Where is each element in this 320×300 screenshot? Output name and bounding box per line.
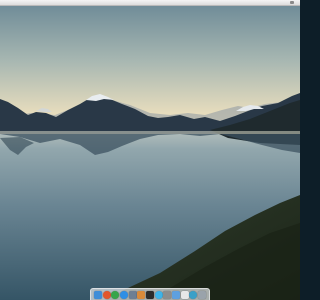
text-editor-icon[interactable] [180, 290, 189, 299]
terminal-icon[interactable] [145, 290, 154, 299]
photos-icon[interactable] [137, 290, 146, 299]
image-viewer-icon[interactable] [128, 290, 137, 299]
chrome-icon[interactable] [111, 290, 120, 299]
mail-icon[interactable] [171, 290, 180, 299]
dock [90, 288, 210, 300]
status-indicator-icon [290, 1, 294, 4]
desktop-wallpaper[interactable] [0, 5, 300, 300]
desktop-screen [0, 0, 300, 300]
chat-icon[interactable] [154, 290, 163, 299]
browser-icon[interactable] [102, 290, 111, 299]
water-highlight [0, 131, 300, 134]
finder-icon[interactable] [94, 290, 102, 299]
top-menu-bar[interactable] [0, 0, 300, 6]
app-store-icon[interactable] [119, 290, 128, 299]
settings-icon[interactable] [163, 290, 172, 299]
network-icon[interactable] [189, 290, 198, 299]
trash-icon[interactable] [197, 290, 206, 299]
